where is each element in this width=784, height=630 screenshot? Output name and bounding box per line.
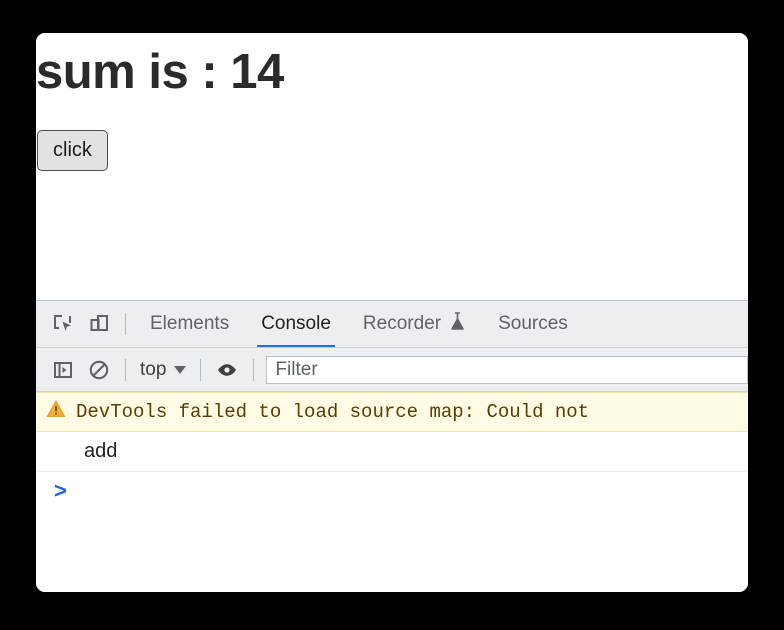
console-log-text: add — [84, 440, 118, 462]
inspect-element-icon[interactable] — [45, 306, 81, 342]
console-message-log[interactable]: add — [36, 432, 748, 472]
tab-sources[interactable]: Sources — [482, 301, 584, 347]
tab-elements-label: Elements — [150, 313, 230, 334]
warning-triangle-icon — [46, 399, 66, 425]
console-prompt-input[interactable] — [74, 480, 740, 504]
tabbar-divider — [125, 313, 126, 335]
devtools-panel: Elements Console Recorder Sources top Fi… — [36, 300, 748, 592]
tab-console-label: Console — [261, 313, 331, 334]
tab-recorder[interactable]: Recorder — [347, 301, 482, 347]
live-expression-eye-icon[interactable] — [209, 352, 245, 388]
click-button[interactable]: click — [37, 130, 108, 171]
toolbar-divider-3 — [253, 358, 255, 381]
prompt-chevron-icon: > — [54, 478, 67, 503]
screenshot-root: sum is : 14 click Elements Console Recor… — [0, 0, 784, 630]
console-message-warning[interactable]: DevTools failed to load source map: Coul… — [36, 392, 748, 432]
console-warning-text: DevTools failed to load source map: Coul… — [76, 401, 590, 423]
clear-console-icon[interactable] — [81, 352, 117, 388]
chevron-down-icon — [174, 365, 187, 374]
console-message-list: DevTools failed to load source map: Coul… — [36, 392, 748, 516]
devtools-tabbar: Elements Console Recorder Sources — [36, 301, 748, 348]
page-heading: sum is : 14 — [36, 45, 284, 99]
tab-console[interactable]: Console — [245, 301, 347, 347]
toolbar-divider-1 — [125, 358, 126, 381]
context-selector-value: top — [140, 358, 167, 380]
toolbar-divider-2 — [200, 358, 202, 381]
tab-elements[interactable]: Elements — [134, 301, 245, 347]
console-prompt-row[interactable]: > — [36, 472, 748, 516]
context-selector[interactable]: top — [134, 359, 192, 381]
page-viewport: sum is : 14 click — [36, 33, 748, 300]
filter-input[interactable] — [266, 355, 748, 384]
console-toolbar: top — [36, 348, 748, 392]
tab-recorder-label: Recorder — [362, 313, 442, 334]
flask-icon — [449, 311, 466, 337]
console-sidebar-icon[interactable] — [45, 352, 81, 388]
device-toolbar-icon[interactable] — [81, 306, 117, 342]
tab-sources-label: Sources — [498, 313, 568, 334]
browser-window: sum is : 14 click Elements Console Recor… — [36, 33, 748, 592]
